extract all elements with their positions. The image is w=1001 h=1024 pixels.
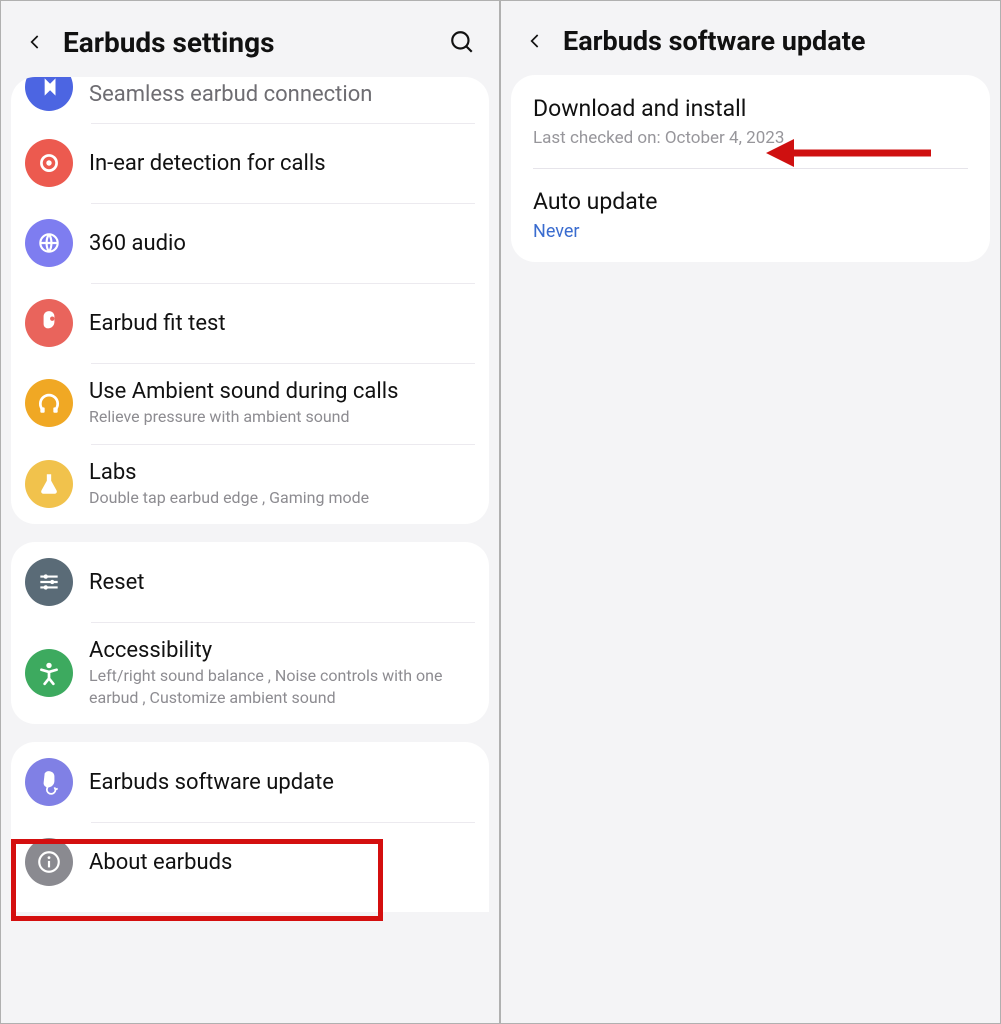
row-labs[interactable]: Labs Double tap earbud edge , Gaming mod… <box>11 444 489 525</box>
ambient-sound-icon <box>25 379 73 427</box>
row-title: Reset <box>89 570 471 595</box>
settings-group-system: Reset Accessibility Left/right sound bal… <box>11 542 489 724</box>
row-title: 360 audio <box>89 231 471 256</box>
search-icon <box>449 29 475 55</box>
earbud-sync-icon <box>25 77 73 111</box>
back-button[interactable] <box>21 28 49 56</box>
row-title: Earbuds software update <box>89 770 471 795</box>
row-fit-test[interactable]: Earbud fit test <box>11 283 489 363</box>
chevron-left-icon <box>527 29 543 53</box>
row-title: In-ear detection for calls <box>89 151 471 176</box>
row-subtitle: Double tap earbud edge , Gaming mode <box>89 487 471 509</box>
row-ambient-sound[interactable]: Use Ambient sound during calls Relieve p… <box>11 363 489 444</box>
row-title: Seamless earbud connection <box>89 82 471 107</box>
settings-screen: Earbuds settings Seamless earbud connect… <box>0 0 500 1024</box>
row-value: Never <box>533 221 968 242</box>
header: Earbuds software update <box>501 1 1000 75</box>
accessibility-icon <box>25 649 73 697</box>
row-title: Use Ambient sound during calls <box>89 379 471 404</box>
search-button[interactable] <box>445 25 479 59</box>
row-title: Accessibility <box>89 638 471 663</box>
ear-detection-icon <box>25 139 73 187</box>
flask-icon <box>25 460 73 508</box>
settings-group-features: Seamless earbud connection In-ear detect… <box>11 77 489 524</box>
settings-group-about: Earbuds software update About earbuds <box>11 742 489 912</box>
page-title: Earbuds software update <box>563 25 980 57</box>
chevron-left-icon <box>27 30 43 54</box>
globe-icon <box>25 219 73 267</box>
row-seamless-connection[interactable]: Seamless earbud connection <box>11 77 489 123</box>
page-title: Earbuds settings <box>63 26 431 59</box>
row-title: Earbud fit test <box>89 311 471 336</box>
back-button[interactable] <box>521 27 549 55</box>
row-accessibility[interactable]: Accessibility Left/right sound balance ,… <box>11 622 489 724</box>
software-update-screen: Earbuds software update Download and ins… <box>500 0 1001 1024</box>
row-about-earbuds[interactable]: About earbuds <box>11 822 489 912</box>
header: Earbuds settings <box>1 1 499 77</box>
earbud-fit-icon <box>25 299 73 347</box>
row-software-update[interactable]: Earbuds software update <box>11 742 489 822</box>
row-title: Auto update <box>533 188 968 215</box>
row-in-ear-detection[interactable]: In-ear detection for calls <box>11 123 489 203</box>
row-download-install[interactable]: Download and install Last checked on: Oc… <box>511 75 990 168</box>
row-subtitle: Last checked on: October 4, 2023 <box>533 128 968 148</box>
row-reset[interactable]: Reset <box>11 542 489 622</box>
sliders-icon <box>25 558 73 606</box>
row-auto-update[interactable]: Auto update Never <box>511 168 990 262</box>
row-title: Download and install <box>533 95 968 122</box>
row-title: About earbuds <box>89 850 471 875</box>
info-icon <box>25 838 73 886</box>
update-options-group: Download and install Last checked on: Oc… <box>511 75 990 262</box>
row-subtitle: Relieve pressure with ambient sound <box>89 406 471 428</box>
row-title: Labs <box>89 460 471 485</box>
row-360-audio[interactable]: 360 audio <box>11 203 489 283</box>
update-icon <box>25 758 73 806</box>
row-subtitle: Left/right sound balance , Noise control… <box>89 665 471 708</box>
